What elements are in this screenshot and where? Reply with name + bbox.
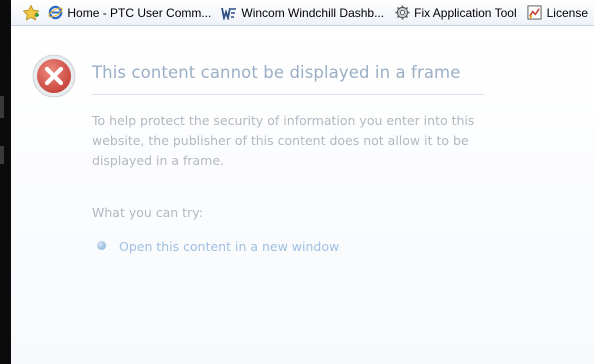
what-you-can-try-heading: What you can try: — [92, 205, 203, 220]
gear-icon — [394, 5, 410, 21]
favorite-windchill-dashboard[interactable]: Wincom Windchill Dashb... — [217, 0, 390, 25]
edge-notch — [0, 146, 4, 164]
bullet-icon — [97, 241, 106, 250]
favorite-label: License — [546, 5, 588, 20]
ie-icon — [47, 5, 63, 21]
favorite-label: Wincom Windchill Dashb... — [241, 5, 385, 20]
favorites-bar: Home - PTC User Comm... Wincom Windchill… — [11, 0, 594, 26]
edge-notch — [0, 96, 4, 118]
favorite-label: Home - PTC User Comm... — [67, 5, 212, 20]
error-description: To help protect the security of informat… — [92, 113, 475, 168]
content-frame: This content cannot be displayed in a fr… — [11, 26, 594, 364]
favorites-star-icon[interactable] — [19, 0, 43, 25]
open-in-new-window-link[interactable]: Open this content in a new window — [119, 239, 339, 254]
favorite-license[interactable]: License — [523, 0, 594, 25]
title-divider — [92, 94, 484, 95]
error-title: This content cannot be displayed in a fr… — [92, 63, 461, 82]
favorite-label: Fix Application Tool — [414, 5, 517, 20]
error-x-icon — [31, 53, 77, 99]
favorite-home-ptc[interactable]: Home - PTC User Comm... — [43, 0, 217, 25]
license-icon — [527, 5, 543, 21]
favorite-fix-application-tool[interactable]: Fix Application Tool — [390, 0, 523, 25]
windchill-icon — [221, 5, 237, 21]
window-left-edge — [0, 0, 11, 364]
